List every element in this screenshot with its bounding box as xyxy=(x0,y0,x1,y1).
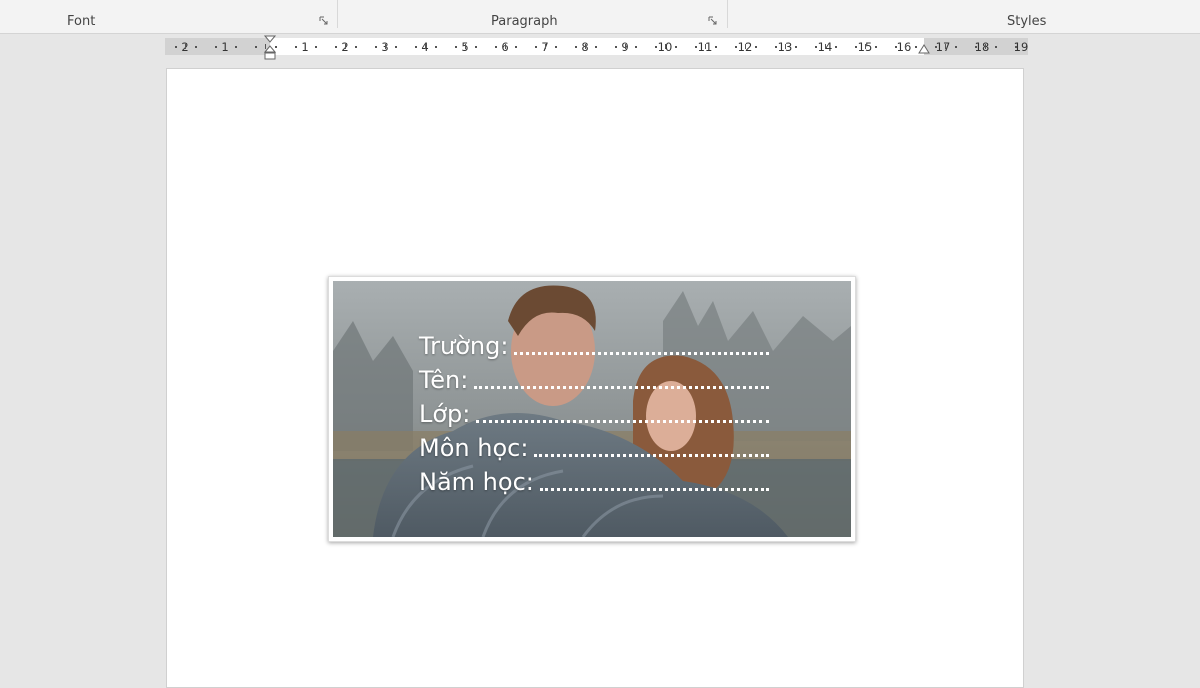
ruler-dot xyxy=(775,46,777,48)
ruler-dot xyxy=(255,46,257,48)
ruler-tick xyxy=(465,44,466,49)
ruler-dot xyxy=(335,46,337,48)
ruler-tick xyxy=(945,44,946,49)
ruler-tick xyxy=(825,44,826,49)
ruler-dot xyxy=(675,46,677,48)
ruler-tick xyxy=(425,44,426,49)
field-school-year: Năm học: xyxy=(419,465,769,499)
ruler-dot xyxy=(415,46,417,48)
ruler-dot xyxy=(535,46,537,48)
dotted-fill-line xyxy=(534,454,769,457)
ribbon-separator xyxy=(727,0,728,28)
ruler-dot xyxy=(955,46,957,48)
ruler-tick xyxy=(985,44,986,49)
paragraph-group-label: Paragraph xyxy=(491,14,558,29)
ruler-tick xyxy=(905,44,906,49)
font-dialog-launcher-icon[interactable] xyxy=(319,16,328,25)
field-label: Trường: xyxy=(419,332,509,360)
ruler-dot xyxy=(355,46,357,48)
field-school: Trường: xyxy=(419,329,769,363)
ruler-dot xyxy=(375,46,377,48)
ruler-dot xyxy=(455,46,457,48)
ruler-dot xyxy=(915,46,917,48)
ruler-dot xyxy=(615,46,617,48)
ruler-dot xyxy=(395,46,397,48)
ribbon-separator xyxy=(337,0,338,28)
ruler-dot xyxy=(735,46,737,48)
ruler-dot xyxy=(635,46,637,48)
field-class: Lớp: xyxy=(419,397,769,431)
ruler-dot xyxy=(475,46,477,48)
ribbon-group-labels: Font Paragraph Styles xyxy=(0,0,1200,34)
ruler-dot xyxy=(855,46,857,48)
ruler-dot xyxy=(995,46,997,48)
ruler-dot xyxy=(695,46,697,48)
field-label: Năm học: xyxy=(419,468,534,496)
ruler-tick xyxy=(505,44,506,49)
field-name: Tên: xyxy=(419,363,769,397)
ruler-dot xyxy=(315,46,317,48)
ruler-dot xyxy=(835,46,837,48)
ruler-dot xyxy=(715,46,717,48)
ruler-tick xyxy=(385,44,386,49)
ruler-dot xyxy=(575,46,577,48)
ruler-dot xyxy=(1015,46,1017,48)
ruler-dot xyxy=(975,46,977,48)
ruler-dot xyxy=(195,46,197,48)
ruler-tick xyxy=(345,44,346,49)
dotted-fill-line xyxy=(514,352,769,355)
field-label: Tên: xyxy=(419,366,469,394)
ruler-dot xyxy=(795,46,797,48)
paragraph-dialog-launcher-icon[interactable] xyxy=(708,16,717,25)
right-indent-icon[interactable] xyxy=(918,44,930,56)
ruler-tick xyxy=(225,44,226,49)
ruler-tick xyxy=(865,44,866,49)
ruler-tick xyxy=(265,44,266,49)
ruler-dot xyxy=(935,46,937,48)
ruler-tick xyxy=(185,44,186,49)
label-picture-frame[interactable]: Trường: Tên: Lớp: Môn học: Năm học: xyxy=(328,276,856,542)
field-subject: Môn học: xyxy=(419,431,769,465)
ruler-tick xyxy=(785,44,786,49)
ruler-dot xyxy=(295,46,297,48)
ruler-tick xyxy=(625,44,626,49)
ruler-number: 16 xyxy=(896,40,912,54)
ruler-dot xyxy=(515,46,517,48)
ruler-tick xyxy=(665,44,666,49)
ruler-dot xyxy=(895,46,897,48)
dotted-fill-line xyxy=(539,488,769,491)
ruler-dot xyxy=(595,46,597,48)
field-label: Môn học: xyxy=(419,434,529,462)
ruler-dot xyxy=(215,46,217,48)
ruler-dot xyxy=(555,46,557,48)
horizontal-ruler[interactable]: 2 1 1 2 3 4 5 6 7 8 9 10 11 12 13 14 15 … xyxy=(165,35,1028,60)
ruler-tick xyxy=(305,44,306,49)
ruler-tick xyxy=(705,44,706,49)
ruler-dot xyxy=(495,46,497,48)
ruler-dot xyxy=(815,46,817,48)
couple-photo: Trường: Tên: Lớp: Môn học: Năm học: xyxy=(333,281,851,537)
label-fields: Trường: Tên: Lớp: Môn học: Năm học: xyxy=(419,329,769,499)
ruler-dot xyxy=(655,46,657,48)
ruler-tick xyxy=(585,44,586,49)
dotted-fill-line xyxy=(476,420,769,423)
ruler-dot xyxy=(755,46,757,48)
ruler-number: 17 xyxy=(935,40,951,54)
ruler-tick xyxy=(545,44,546,49)
ruler-dot xyxy=(175,46,177,48)
ruler-dot xyxy=(235,46,237,48)
ruler-dot xyxy=(435,46,437,48)
field-label: Lớp: xyxy=(419,400,471,428)
styles-group-label: Styles xyxy=(1007,14,1047,29)
font-group-label: Font xyxy=(67,14,96,29)
ruler-dot xyxy=(875,46,877,48)
dotted-fill-line xyxy=(474,386,769,389)
ruler-dot xyxy=(275,46,277,48)
ruler-tick xyxy=(745,44,746,49)
